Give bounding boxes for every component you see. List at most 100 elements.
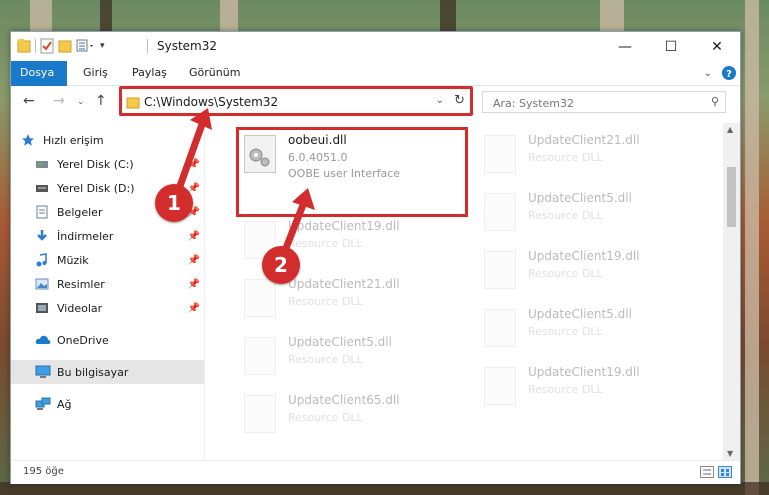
file-item[interactable]: UpdateClient5.dll Resource DLL bbox=[236, 329, 466, 385]
sidebar-item-pictures[interactable]: Resimler 📌 bbox=[11, 272, 204, 296]
file-description: Resource DLL bbox=[288, 353, 363, 366]
sidebar-item-network[interactable]: Ağ bbox=[11, 392, 204, 416]
dll-file-icon bbox=[244, 395, 276, 433]
file-description: Resource DLL bbox=[528, 209, 603, 222]
up-arrow-icon[interactable]: ↑ bbox=[95, 93, 107, 109]
file-name: UpdateClient21.dll bbox=[288, 277, 400, 291]
scroll-down-icon[interactable]: ▼ bbox=[727, 449, 733, 458]
file-item[interactable]: UpdateClient65.dll Resource DLL bbox=[236, 387, 466, 443]
large-icons-view-icon[interactable] bbox=[718, 466, 732, 478]
svg-text:?: ? bbox=[726, 69, 732, 80]
help-icon[interactable]: ? bbox=[722, 66, 736, 80]
tab-share[interactable]: Paylaş bbox=[122, 61, 177, 85]
quick-access-toolbar: ▾ bbox=[17, 38, 105, 54]
pictures-icon bbox=[35, 277, 51, 291]
expand-ribbon-icon[interactable]: ⌄ bbox=[704, 68, 712, 79]
vertical-scrollbar[interactable]: ▲ ▼ bbox=[723, 123, 740, 460]
cloud-icon bbox=[35, 333, 51, 347]
navigation-pane: Hızlı erişim Yerel Disk (C:) 📌 Yerel Dis… bbox=[11, 123, 205, 460]
sidebar-item-label: İndirmeler bbox=[57, 229, 114, 243]
toolbar-divider bbox=[35, 39, 36, 53]
background-tree bbox=[100, 0, 112, 31]
search-icon[interactable]: ⚲ bbox=[711, 95, 719, 108]
customize-dropdown-icon[interactable]: ▾ bbox=[100, 41, 105, 51]
sidebar-item-label: Ağ bbox=[57, 397, 72, 411]
new-folder-icon[interactable] bbox=[58, 38, 72, 54]
file-item[interactable]: UpdateClient5.dll Resource DLL bbox=[476, 185, 706, 241]
music-icon bbox=[35, 253, 51, 267]
file-item[interactable]: UpdateClient5.dll Resource DLL bbox=[476, 301, 706, 357]
step-2-badge: 2 bbox=[262, 246, 300, 284]
pin-icon[interactable]: 📌 bbox=[188, 303, 200, 314]
file-item[interactable]: UpdateClient21.dll Resource DLL bbox=[476, 127, 706, 183]
background-tree bbox=[600, 0, 624, 31]
navigation-bar: ← → ⌄ ↑ C:\Windows\System32 ⌄ ↻ ⚲ bbox=[11, 86, 740, 120]
properties-icon[interactable] bbox=[40, 38, 54, 54]
recent-locations-icon[interactable]: ⌄ bbox=[77, 97, 85, 107]
forward-arrow-icon[interactable]: → bbox=[53, 93, 65, 109]
file-description: Resource DLL bbox=[288, 237, 363, 250]
pin-icon[interactable]: 📌 bbox=[188, 255, 200, 266]
sidebar-item-label: Belgeler bbox=[57, 205, 103, 219]
sidebar-item-label: Yerel Disk (D:) bbox=[57, 181, 135, 195]
pin-icon[interactable]: 📌 bbox=[188, 159, 200, 170]
scroll-up-icon[interactable]: ▲ bbox=[727, 125, 733, 134]
documents-icon bbox=[35, 205, 51, 219]
dll-file-icon bbox=[484, 135, 516, 173]
sidebar-item-label: Yerel Disk (C:) bbox=[57, 157, 134, 171]
pin-icon[interactable]: 📌 bbox=[188, 231, 200, 242]
sidebar-item-label: Hızlı erişim bbox=[43, 133, 104, 147]
file-description: Resource DLL bbox=[288, 295, 363, 308]
view-options-icon[interactable] bbox=[76, 38, 96, 54]
computer-icon bbox=[35, 365, 51, 379]
file-highlight bbox=[236, 127, 468, 217]
view-switcher bbox=[700, 466, 732, 478]
tab-view[interactable]: Görünüm bbox=[179, 61, 250, 85]
file-description: Resource DLL bbox=[528, 325, 603, 338]
drive-icon bbox=[35, 157, 51, 171]
dll-file-icon bbox=[244, 279, 276, 317]
back-arrow-icon[interactable]: ← bbox=[23, 93, 35, 109]
file-name: UpdateClient21.dll bbox=[528, 133, 640, 147]
search-input[interactable] bbox=[491, 93, 705, 113]
scrollbar-thumb[interactable] bbox=[727, 167, 736, 227]
search-box[interactable]: ⚲ bbox=[482, 91, 726, 113]
videos-icon bbox=[35, 301, 51, 315]
file-item[interactable]: UpdateClient19.dll Resource DLL bbox=[476, 359, 706, 415]
sidebar-item-this-pc[interactable]: Bu bilgisayar bbox=[11, 360, 204, 384]
sidebar-item-downloads[interactable]: İndirmeler 📌 bbox=[11, 224, 204, 248]
drive-icon bbox=[35, 181, 51, 195]
file-item[interactable]: UpdateClient19.dll Resource DLL bbox=[476, 243, 706, 299]
sidebar-item-label: Bu bilgisayar bbox=[57, 365, 129, 379]
minimize-button[interactable]: — bbox=[602, 32, 648, 61]
dll-file-icon bbox=[484, 367, 516, 405]
sidebar-item-music[interactable]: Müzik 📌 bbox=[11, 248, 204, 272]
sidebar-item-label: Resimler bbox=[57, 277, 105, 291]
sidebar-item-label: Müzik bbox=[57, 253, 89, 267]
sidebar-item-label: Videolar bbox=[57, 301, 103, 315]
title-bar: ▾ System32 — ☐ ✕ bbox=[11, 32, 740, 61]
file-name: UpdateClient5.dll bbox=[528, 307, 632, 321]
status-bar: 195 öğe bbox=[11, 460, 740, 484]
background-tree bbox=[220, 0, 238, 31]
sidebar-item-local-disk-c[interactable]: Yerel Disk (C:) 📌 bbox=[11, 152, 204, 176]
sidebar-item-quick-access[interactable]: Hızlı erişim bbox=[11, 128, 214, 152]
dll-file-icon bbox=[484, 193, 516, 231]
ribbon-controls: ⌄ ? bbox=[704, 66, 736, 80]
item-count: 195 öğe bbox=[23, 466, 64, 477]
folder-icon[interactable] bbox=[17, 38, 31, 54]
tab-home[interactable]: Giriş bbox=[73, 61, 118, 85]
ribbon-tabs: Dosya Giriş Paylaş Görünüm ⌄ ? bbox=[11, 61, 740, 117]
dll-file-icon bbox=[484, 251, 516, 289]
background-tree bbox=[30, 0, 52, 31]
maximize-button[interactable]: ☐ bbox=[648, 32, 694, 61]
download-icon bbox=[35, 229, 51, 243]
details-view-icon[interactable] bbox=[700, 466, 714, 478]
sidebar-item-videos[interactable]: Videolar 📌 bbox=[11, 296, 204, 320]
window-title: System32 bbox=[157, 39, 218, 53]
sidebar-item-label: OneDrive bbox=[57, 333, 109, 347]
sidebar-item-onedrive[interactable]: OneDrive bbox=[11, 328, 204, 352]
address-highlight bbox=[119, 86, 473, 116]
pin-icon[interactable]: 📌 bbox=[188, 279, 200, 290]
close-button[interactable]: ✕ bbox=[694, 32, 740, 61]
